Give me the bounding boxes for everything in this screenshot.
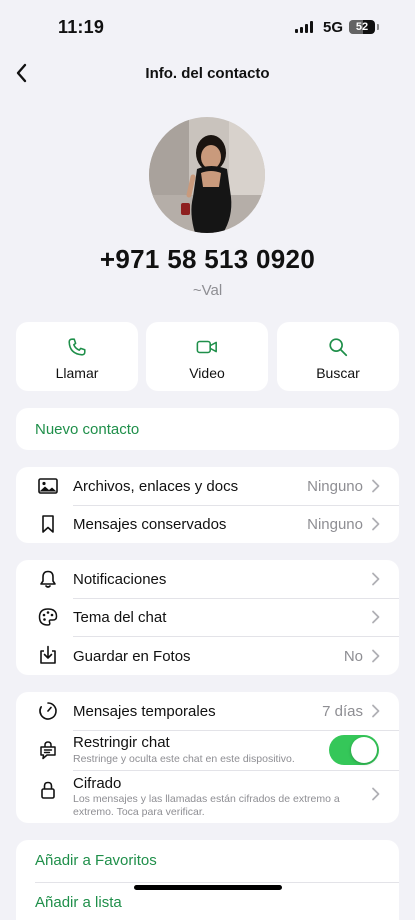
disappearing-messages-row[interactable]: Mensajes temporales 7 días	[16, 692, 399, 730]
new-contact-link[interactable]: Nuevo contacto	[35, 421, 139, 438]
phone-icon	[68, 338, 86, 356]
chevron-right-icon	[372, 704, 380, 718]
starred-messages-row[interactable]: Mensajes conservados Ninguno	[16, 505, 399, 543]
bookmark-icon	[42, 515, 54, 533]
media-files-value: Ninguno	[307, 478, 363, 495]
status-time: 11:19	[58, 17, 105, 37]
chevron-right-icon	[372, 649, 380, 663]
palette-icon	[38, 608, 58, 626]
new-contact-card[interactable]: Nuevo contacto	[16, 408, 399, 450]
favorites-card: Añadir a Favoritos Añadir a lista	[16, 840, 399, 920]
lock-chat-description: Restringe y oculta este chat en este dis…	[73, 753, 295, 765]
call-label: Llamar	[55, 365, 99, 381]
video-icon	[196, 340, 217, 354]
contact-phone: +971 58 513 0920	[99, 244, 316, 274]
search-icon	[329, 338, 348, 357]
privacy-card: Mensajes temporales 7 días Restringir ch…	[16, 692, 399, 823]
avatar[interactable]	[149, 117, 265, 233]
chat-theme-label: Tema del chat	[73, 609, 167, 626]
image-icon	[38, 478, 58, 494]
padlock-icon	[41, 781, 55, 799]
save-to-photos-label: Guardar en Fotos	[73, 648, 191, 665]
battery-level: 52	[355, 21, 369, 33]
save-to-photos-value: No	[343, 648, 363, 665]
lock-chat-label: Restringir chat	[73, 734, 170, 751]
avatar-photo	[149, 117, 265, 233]
media-files-row[interactable]: Archivos, enlaces y docs Ninguno	[16, 467, 399, 505]
timer-icon	[39, 702, 57, 720]
signal-icon	[295, 20, 313, 33]
media-files-label: Archivos, enlaces y docs	[73, 478, 239, 495]
encryption-label: Cifrado	[73, 775, 122, 792]
notifications-label: Notificaciones	[73, 571, 167, 588]
toggle-knob	[351, 737, 377, 763]
disappearing-messages-value: 7 días	[322, 703, 363, 720]
status-bar: 11:19 5G 52	[0, 0, 415, 56]
bell-icon	[40, 570, 56, 588]
lock-chat-row: Restringir chat Restringe y oculta este …	[16, 730, 399, 770]
lock-chat-icon	[40, 741, 56, 760]
video-button[interactable]: Video	[146, 322, 268, 391]
download-icon	[40, 645, 56, 664]
battery-cap	[377, 24, 379, 30]
starred-messages-label: Mensajes conservados	[73, 516, 227, 533]
media-card: Archivos, enlaces y docs Ninguno Mensaje…	[16, 467, 399, 543]
lock-chat-toggle[interactable]	[329, 735, 379, 765]
call-button[interactable]: Llamar	[16, 322, 138, 391]
save-to-photos-row[interactable]: Guardar en Fotos No	[16, 636, 399, 675]
add-to-list-link[interactable]: Añadir a lista	[35, 894, 122, 911]
video-label: Video	[189, 365, 225, 381]
search-button[interactable]: Buscar	[277, 322, 399, 391]
encryption-row[interactable]: Cifrado Los mensajes y las llamadas está…	[16, 770, 399, 823]
encryption-description: Los mensajes y las llamadas están cifrad…	[73, 793, 340, 818]
home-indicator	[134, 885, 282, 890]
battery-icon: 52	[349, 20, 375, 34]
chevron-right-icon	[372, 610, 380, 624]
chevron-right-icon	[372, 572, 380, 586]
contact-alias: ~Val	[192, 282, 223, 299]
notifications-row[interactable]: Notificaciones	[16, 560, 399, 598]
network-type: 5G	[323, 19, 344, 36]
page-title: Info. del contacto	[145, 65, 270, 82]
chevron-right-icon	[372, 787, 380, 801]
nav-bar: Info. del contacto	[0, 56, 415, 92]
disappearing-messages-label: Mensajes temporales	[73, 703, 216, 720]
add-to-favorites-link[interactable]: Añadir a Favoritos	[35, 852, 157, 869]
search-label: Buscar	[316, 365, 360, 381]
divider	[35, 882, 399, 883]
chevron-right-icon	[372, 517, 380, 531]
starred-messages-value: Ninguno	[307, 516, 363, 533]
chat-theme-row[interactable]: Tema del chat	[16, 598, 399, 636]
settings-card: Notificaciones Tema del chat Guardar en …	[16, 560, 399, 675]
chevron-right-icon	[372, 479, 380, 493]
